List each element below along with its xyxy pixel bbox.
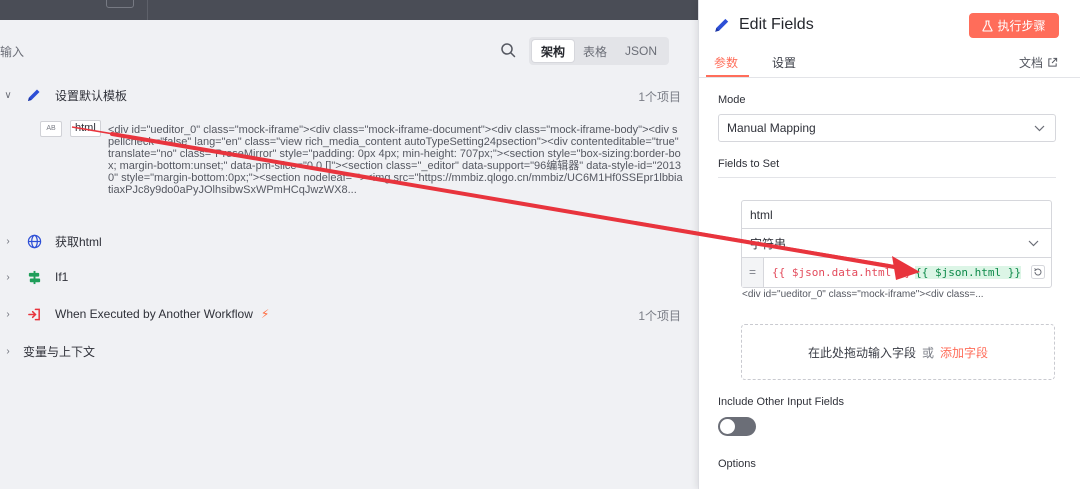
drop-zone-text: 在此处拖动输入字段 xyxy=(807,345,916,360)
include-other-fields-toggle[interactable] xyxy=(718,417,756,436)
assignment-type-select[interactable]: 字符串 xyxy=(742,229,1051,258)
options-label: Options xyxy=(718,458,756,470)
tree-node-label: 变量与上下文 xyxy=(23,344,96,359)
tree-node-if1[interactable]: › If1 xyxy=(0,267,68,287)
execute-step-label: 执行步骤 xyxy=(997,19,1046,33)
tree-node-get-html[interactable]: › 获取html xyxy=(0,231,102,251)
tree-node-execute-workflow-trigger[interactable]: › When Executed by Another Workflow ⚡︎ xyxy=(0,304,269,324)
view-toggle: 架构 表格 JSON xyxy=(529,37,670,65)
expression-indicator: = xyxy=(742,258,764,287)
sign-in-icon xyxy=(25,305,43,323)
expression-code[interactable]: {{ $json.data.html }} {{ $json.html }} xyxy=(772,266,1022,279)
pencil-icon xyxy=(25,86,43,104)
assignment-card: html 字符串 = {{ $json.data.html }} {{ $jso… xyxy=(741,200,1052,288)
input-panel: 输入 架构 表格 JSON ∨ 设置默认模板 1个项目 AB html <div… xyxy=(0,20,698,489)
top-bar xyxy=(0,0,700,20)
panel-title: Edit Fields xyxy=(739,16,814,33)
add-field-link[interactable]: 添加字段 xyxy=(940,344,988,361)
assignment-type-value: 字符串 xyxy=(750,236,787,251)
expression-new-token: {{ $json.html }} xyxy=(915,266,1022,279)
mode-label: Mode xyxy=(718,94,746,106)
top-bar-divider xyxy=(147,0,148,20)
docs-link[interactable]: 文档 xyxy=(1019,54,1058,71)
active-tab-indicator xyxy=(706,75,749,77)
globe-icon xyxy=(25,232,43,250)
docs-label: 文档 xyxy=(1018,56,1043,70)
top-bar-tab[interactable] xyxy=(106,0,134,8)
tree-node-label: If1 xyxy=(55,270,69,284)
drop-zone-or: 或 xyxy=(921,345,934,360)
chevron-right-icon[interactable]: › xyxy=(1,236,15,247)
tree-node-label: 设置默认模板 xyxy=(55,88,128,103)
expression-result-preview: <div id="ueditor_0" class="mock-iframe">… xyxy=(742,289,984,300)
drop-zone[interactable]: 在此处拖动输入字段 或 添加字段 xyxy=(741,324,1055,380)
include-other-fields-label: Include Other Input Fields xyxy=(718,396,844,408)
chevron-right-icon[interactable]: › xyxy=(1,272,15,283)
chevron-down-icon xyxy=(1034,125,1045,131)
toggle-knob xyxy=(720,419,735,434)
item-count: 1个项目 xyxy=(638,309,681,323)
expression-old-token: {{ $json.data.html }} xyxy=(772,266,912,279)
assignment-value-expression[interactable]: = {{ $json.data.html }} {{ $json.html }} xyxy=(742,258,1051,287)
if-branch-icon xyxy=(25,268,43,286)
view-tab-table[interactable]: 表格 xyxy=(574,40,616,62)
view-tab-schema[interactable]: 架构 xyxy=(532,40,575,62)
reset-icon[interactable] xyxy=(1031,265,1045,279)
mode-value: Manual Mapping xyxy=(727,121,816,135)
tab-settings[interactable]: 设置 xyxy=(772,54,796,71)
tree-node-variables-context[interactable]: › 变量与上下文 xyxy=(0,341,95,361)
fields-to-set-label: Fields to Set xyxy=(718,158,780,170)
edit-fields-panel: Edit Fields 执行步骤 参数 设置 文档 Mode Manual Ma… xyxy=(698,0,1080,489)
section-divider xyxy=(718,177,1056,178)
item-count: 1个项目 xyxy=(638,90,681,104)
chevron-down-icon xyxy=(1028,240,1039,246)
lightning-icon: ⚡︎ xyxy=(260,307,270,321)
flask-icon xyxy=(982,19,994,32)
view-tab-json[interactable]: JSON xyxy=(616,40,666,62)
tree-node-label: 获取html xyxy=(55,234,102,249)
execute-step-button[interactable]: 执行步骤 xyxy=(969,13,1059,38)
external-link-icon xyxy=(1048,57,1058,67)
pencil-icon xyxy=(715,18,729,32)
tree-node-label: When Executed by Another Workflow xyxy=(55,307,253,321)
input-panel-title: 输入 xyxy=(0,45,25,59)
field-html[interactable]: AB html xyxy=(40,120,101,137)
tree-node-set-default-template[interactable]: ∨ 设置默认模板 xyxy=(0,85,127,105)
assignment-name-input[interactable]: html xyxy=(742,201,1051,229)
chevron-down-icon[interactable]: ∨ xyxy=(1,90,15,101)
chevron-right-icon[interactable]: › xyxy=(1,309,15,320)
string-type-icon: AB xyxy=(40,121,62,137)
search-icon[interactable] xyxy=(500,42,516,58)
field-name-pill[interactable]: html xyxy=(70,120,101,137)
field-value: <div id="ueditor_0" class="mock-iframe">… xyxy=(108,124,683,196)
mode-select[interactable]: Manual Mapping xyxy=(718,114,1056,142)
chevron-right-icon[interactable]: › xyxy=(1,346,15,357)
tab-parameters[interactable]: 参数 xyxy=(714,54,738,71)
